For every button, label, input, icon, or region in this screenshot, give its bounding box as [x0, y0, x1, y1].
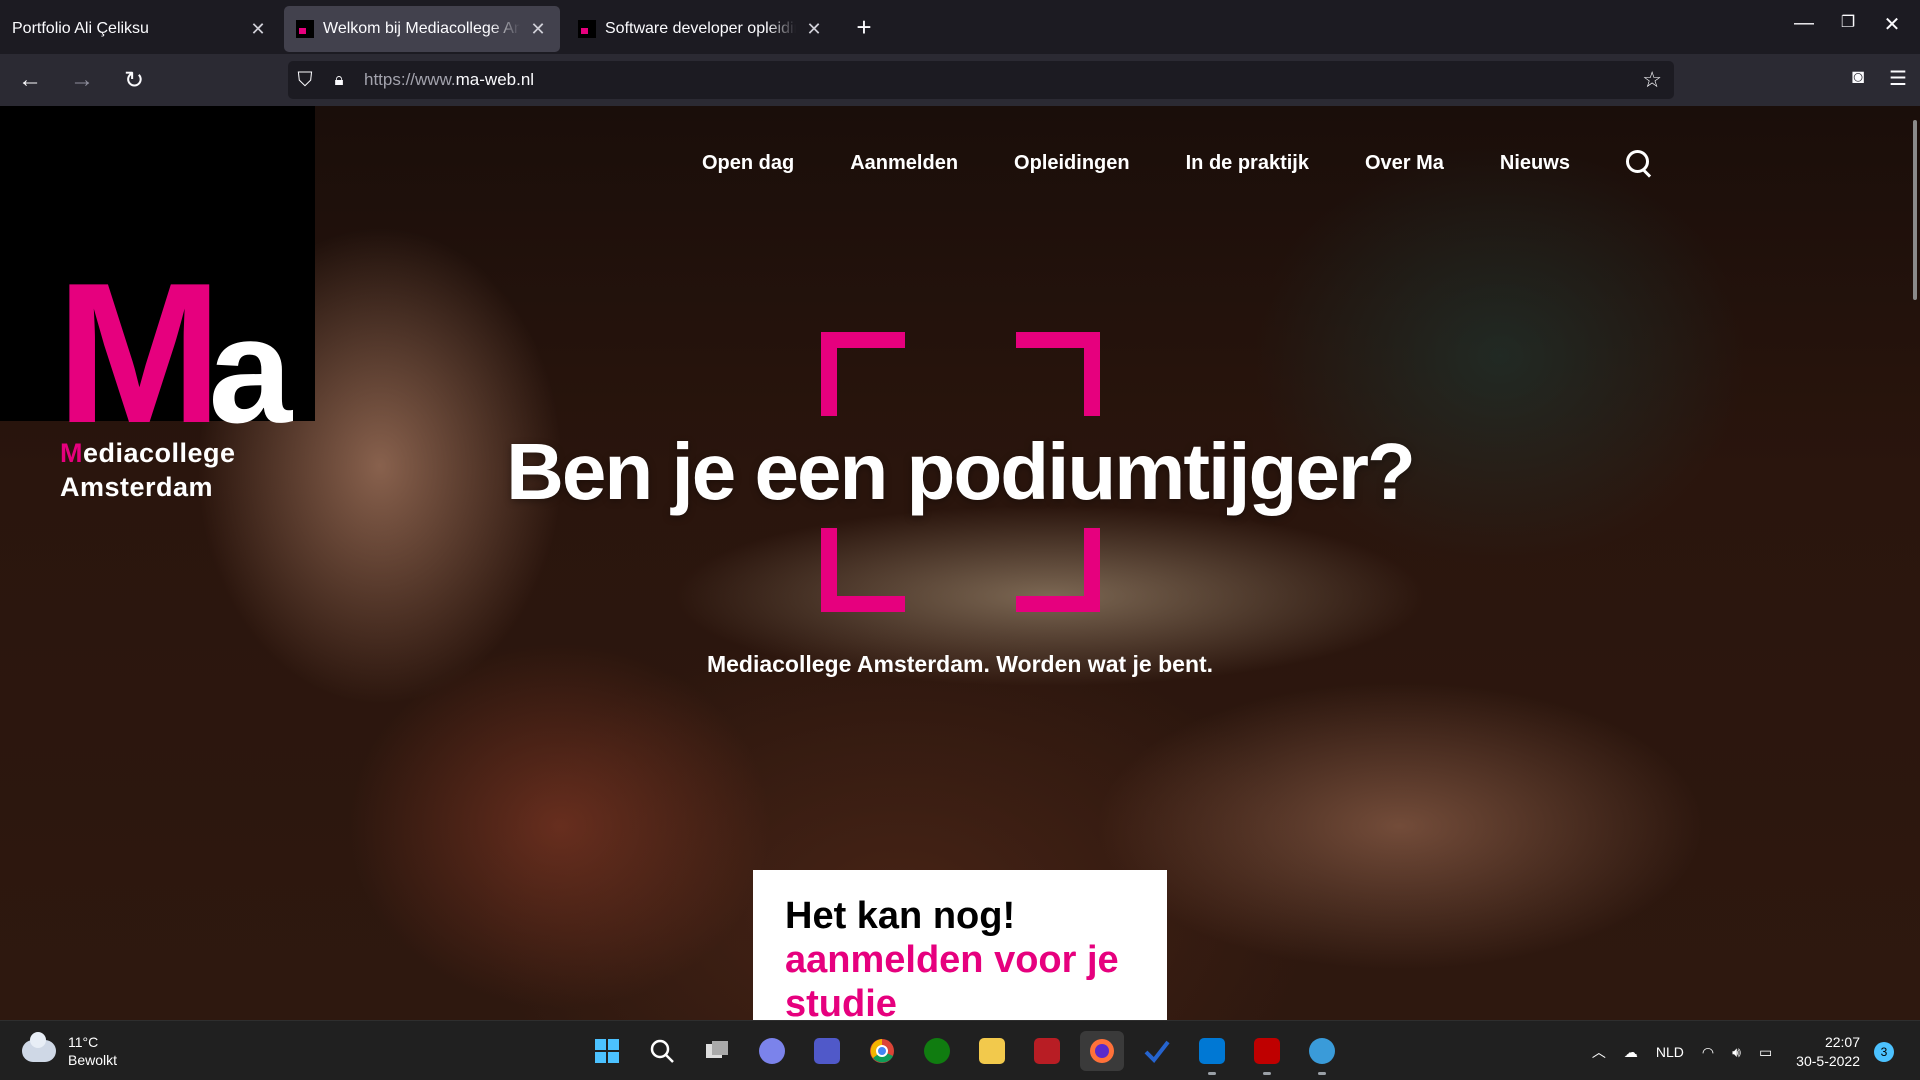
- close-window-icon[interactable]: ✕: [1872, 12, 1912, 37]
- folder-icon: [979, 1038, 1005, 1064]
- tab-portfolio[interactable]: Portfolio Ali Çeliksu ✕: [0, 6, 280, 52]
- pocket-icon[interactable]: ◙: [1840, 66, 1876, 89]
- checkmark-icon: [1144, 1040, 1170, 1064]
- new-tab-button[interactable]: +: [846, 12, 882, 43]
- task-view-icon: [706, 1041, 728, 1058]
- forward-icon[interactable]: →: [60, 66, 104, 94]
- chat-button[interactable]: [750, 1031, 794, 1071]
- weather-desc: Bewolkt: [68, 1052, 118, 1068]
- clock[interactable]: 22:07 30-5-2022: [1796, 1033, 1860, 1071]
- firefox-button[interactable]: [1080, 1031, 1124, 1071]
- app-red-icon: [1034, 1038, 1060, 1064]
- nav-in-de-praktijk[interactable]: In de praktijk: [1186, 152, 1309, 175]
- site-favicon-icon: [296, 20, 314, 38]
- windows-taskbar: 11°C Bewolkt ︿ ☁ NLD ◠ 🔊︎ ▭ 22:07 30-5-2…: [0, 1020, 1920, 1080]
- restore-icon[interactable]: ❐: [1828, 12, 1868, 32]
- nav-aanmelden[interactable]: Aanmelden: [850, 152, 958, 175]
- volume-icon[interactable]: 🔊︎: [1732, 1044, 1741, 1061]
- browser-toolbar: ← → ↻ ⛉ 🔒︎ https://www.ma-web.nl ☆ ◙ ☰: [0, 54, 1920, 106]
- onedrive-icon[interactable]: ☁: [1624, 1044, 1638, 1061]
- signup-card[interactable]: Het kan nog! aanmelden voor je studie: [753, 870, 1167, 1020]
- app-red-button[interactable]: [1025, 1031, 1069, 1071]
- logo-block[interactable]: Ma: [0, 106, 315, 454]
- close-tab-icon[interactable]: ✕: [804, 19, 824, 40]
- nav-over-ma[interactable]: Over Ma: [1365, 152, 1444, 175]
- ma-logo: Ma: [56, 242, 292, 465]
- firefox-icon: [1090, 1039, 1114, 1063]
- shield-icon[interactable]: ⛉: [288, 69, 322, 92]
- app-globe-button[interactable]: [1300, 1031, 1344, 1075]
- filezilla-icon: [1254, 1038, 1280, 1064]
- time: 22:07: [1824, 1034, 1860, 1050]
- xbox-button[interactable]: [915, 1031, 959, 1071]
- windows-icon: [595, 1039, 619, 1063]
- nav-nieuws[interactable]: Nieuws: [1500, 152, 1570, 175]
- todo-button[interactable]: [1135, 1031, 1179, 1071]
- main-navigation: Open dag Aanmelden Opleidingen In de pra…: [702, 150, 1652, 176]
- wifi-icon[interactable]: ◠: [1702, 1044, 1714, 1061]
- chat-icon: [759, 1038, 785, 1064]
- frame-corner-top-right: [1016, 332, 1100, 416]
- search-taskbar-button[interactable]: [640, 1031, 684, 1071]
- weather-temp: 11°C: [68, 1034, 99, 1050]
- minimize-icon[interactable]: —: [1784, 12, 1824, 35]
- back-icon[interactable]: ←: [8, 66, 52, 94]
- url-text[interactable]: https://www.ma-web.nl: [364, 70, 534, 90]
- scrollbar[interactable]: [1913, 120, 1917, 300]
- card-link[interactable]: aanmelden voor je studie: [785, 938, 1135, 1020]
- tab-title: Software developer opleiding niveau 4: [605, 20, 796, 37]
- hero-tagline: Mediacollege Amsterdam. Worden wat je be…: [706, 651, 1214, 677]
- cloud-icon: [22, 1032, 56, 1062]
- xbox-icon: [924, 1038, 950, 1064]
- filezilla-button[interactable]: [1245, 1031, 1289, 1075]
- vscode-button[interactable]: [1190, 1031, 1234, 1075]
- menu-icon[interactable]: ☰: [1880, 66, 1916, 91]
- chrome-button[interactable]: [860, 1031, 904, 1071]
- tab-title: Portfolio Ali Çeliksu: [12, 20, 149, 37]
- chrome-icon: [870, 1039, 894, 1063]
- lock-icon[interactable]: 🔒︎: [322, 70, 356, 90]
- taskbar-apps: [585, 1031, 1355, 1075]
- frame-corner-bottom-right: [1016, 528, 1100, 612]
- hero-headline: Ben je een podiumtijger?: [506, 427, 1416, 516]
- close-tab-icon[interactable]: ✕: [528, 19, 548, 40]
- site-favicon-icon: [578, 20, 596, 38]
- weather-widget[interactable]: 11°C Bewolkt: [22, 1032, 118, 1069]
- tab-title: Welkom bij Mediacollege Amsterdam: [323, 20, 520, 37]
- chevron-up-icon[interactable]: ︿: [1592, 1042, 1606, 1062]
- search-icon[interactable]: [1625, 150, 1652, 176]
- battery-icon[interactable]: ▭: [1759, 1044, 1772, 1061]
- globe-icon: [1309, 1038, 1335, 1064]
- task-view-button[interactable]: [695, 1031, 739, 1071]
- bookmark-star-icon[interactable]: ☆: [1642, 67, 1662, 93]
- page-viewport: Ma Mediacollege Amsterdam Open dag Aanme…: [0, 106, 1920, 1020]
- file-explorer-button[interactable]: [970, 1031, 1014, 1071]
- tab-strip: Portfolio Ali Çeliksu ✕ Welkom bij Media…: [0, 0, 1920, 54]
- close-tab-icon[interactable]: ✕: [248, 19, 268, 40]
- language-indicator[interactable]: NLD: [1656, 1044, 1684, 1060]
- tab-software-developer[interactable]: Software developer opleiding niveau 4 ✕: [566, 6, 836, 52]
- frame-corner-top-left: [821, 332, 905, 416]
- date: 30-5-2022: [1796, 1053, 1860, 1069]
- tab-mediacollege[interactable]: Welkom bij Mediacollege Amsterdam ✕: [284, 6, 560, 52]
- vscode-icon: [1199, 1038, 1225, 1064]
- reload-icon[interactable]: ↻: [112, 66, 156, 95]
- notification-badge[interactable]: 3: [1874, 1042, 1894, 1062]
- frame-corner-bottom-left: [821, 528, 905, 612]
- address-bar[interactable]: ⛉ 🔒︎ https://www.ma-web.nl ☆: [288, 61, 1674, 99]
- teams-button[interactable]: [805, 1031, 849, 1071]
- card-title: Het kan nog!: [785, 895, 1016, 937]
- nav-opleidingen[interactable]: Opleidingen: [1014, 152, 1130, 175]
- system-tray: ︿ ☁ NLD ◠ 🔊︎ ▭ 22:07 30-5-2022 3: [1574, 1033, 1894, 1071]
- nav-open-dag[interactable]: Open dag: [702, 152, 794, 175]
- search-icon: [650, 1039, 674, 1063]
- start-button[interactable]: [585, 1031, 629, 1071]
- teams-icon: [814, 1038, 840, 1064]
